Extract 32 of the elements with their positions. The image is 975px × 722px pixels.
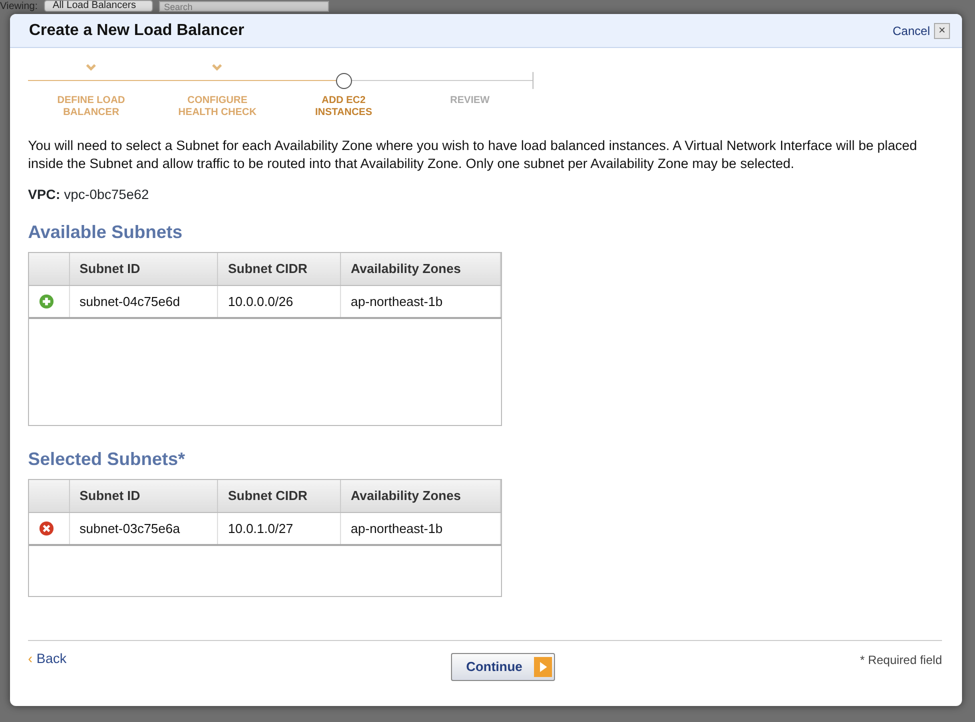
add-icon[interactable] (39, 294, 54, 309)
intro-paragraph: You will need to select a Subnet for each Availability Zone where you wish to have load balanced instances. A Virtual Network Interface will be placed inside the Subnet and allow traffic to be routed into that Availability Zone. Only one subnet per Availability Zone may be selected. (28, 137, 918, 173)
toolbar-label: Viewing: (0, 2, 38, 12)
step-label: DEFINE LOAD BALANCER (56, 95, 126, 119)
table-cell: 10.0.1.0/27 (218, 512, 340, 546)
close-button[interactable]: × (934, 22, 950, 38)
continue-button[interactable]: Continue (451, 653, 556, 681)
required-note: * Required field (860, 652, 942, 669)
column-header: Subnet ID (69, 253, 218, 286)
remove-icon[interactable] (39, 521, 54, 536)
back-link[interactable]: ‹ Back (28, 649, 67, 670)
column-header: Availability Zones (340, 480, 500, 512)
column-header: Subnet CIDR (218, 253, 340, 286)
step-label: ADD EC2 INSTANCES (314, 95, 374, 119)
step-label: REVIEW (450, 95, 490, 107)
table-cell: subnet-04c75e6d (69, 285, 218, 318)
vpc-value: vpc-0bc75e62 (64, 187, 149, 202)
search-field[interactable]: Search (159, 1, 330, 12)
cancel-link[interactable]: Cancel (892, 22, 930, 40)
table-cell: 10.0.0.0/26 (218, 285, 340, 318)
step-label: CONFIGURE HEALTH CHECK (177, 95, 258, 119)
column-header: Availability Zones (340, 253, 500, 286)
section-title: Available Subnets (28, 221, 184, 244)
column-header: Subnet ID (69, 480, 218, 512)
dialog-title: Create a New Load Balancer (29, 20, 244, 40)
vpc-label: VPC: (28, 187, 60, 202)
table-cell: subnet-03c75e6a (69, 512, 218, 546)
table-cell: ap-northeast-1b (340, 285, 500, 318)
filter-dropdown[interactable]: All Load Balancers (44, 0, 154, 12)
table-cell: ap-northeast-1b (340, 512, 500, 546)
section-title: Selected Subnets* (28, 448, 186, 472)
column-header: Subnet CIDR (218, 480, 340, 512)
